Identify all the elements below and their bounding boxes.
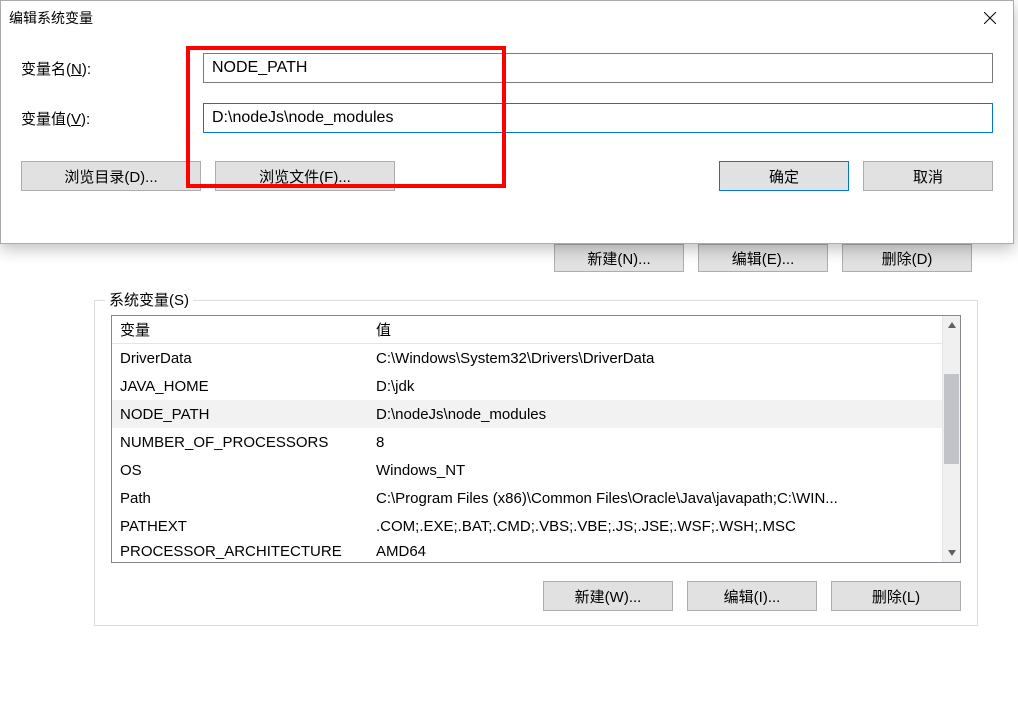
var-name: Path	[112, 490, 372, 507]
var-value: 8	[372, 434, 942, 451]
table-row[interactable]: NUMBER_OF_PROCESSORS 8	[112, 428, 942, 456]
ok-button[interactable]: 确定	[719, 161, 849, 191]
variable-value-input[interactable]	[203, 103, 993, 133]
cancel-button[interactable]: 取消	[863, 161, 993, 191]
var-value: .COM;.EXE;.BAT;.CMD;.VBS;.VBE;.JS;.JSE;.…	[372, 518, 942, 535]
var-name: NUMBER_OF_PROCESSORS	[112, 434, 372, 451]
dialog-button-row: 浏览目录(D)... 浏览文件(F)... 确定 取消	[21, 161, 993, 209]
vertical-scrollbar[interactable]	[942, 316, 960, 562]
env-vars-window-bg: 新建(N)... 编辑(E)... 删除(D) 系统变量(S) 变量 值 Dri…	[76, 242, 996, 630]
user-new-button[interactable]: 新建(N)...	[554, 244, 684, 272]
system-variables-group: 系统变量(S) 变量 值 DriverData C:\Windows\Syste…	[94, 300, 978, 626]
dialog-title: 编辑系统变量	[9, 8, 93, 28]
variable-name-label: 变量名(N):	[21, 58, 203, 79]
var-value: D:\nodeJs\node_modules	[372, 406, 942, 423]
system-new-button[interactable]: 新建(W)...	[543, 581, 673, 611]
scroll-down-icon[interactable]	[943, 544, 960, 562]
var-value: AMD64	[372, 543, 942, 560]
user-vars-button-row: 新建(N)... 编辑(E)... 删除(D)	[76, 242, 996, 272]
table-row[interactable]: Path C:\Program Files (x86)\Common Files…	[112, 484, 942, 512]
system-edit-button[interactable]: 编辑(I)...	[687, 581, 817, 611]
scroll-thumb[interactable]	[944, 374, 959, 464]
variable-value-row: 变量值(V):	[21, 103, 993, 133]
var-value: Windows_NT	[372, 462, 942, 479]
edit-system-variable-dialog: 编辑系统变量 变量名(N): 变量值(V): 浏览目录(D)... 浏览文件(F…	[0, 0, 1014, 244]
confirm-buttons: 确定 取消	[719, 161, 993, 191]
table-row[interactable]: JAVA_HOME D:\jdk	[112, 372, 942, 400]
variable-value-label: 变量值(V):	[21, 108, 203, 129]
browse-file-button[interactable]: 浏览文件(F)...	[215, 161, 395, 191]
system-variables-list[interactable]: 变量 值 DriverData C:\Windows\System32\Driv…	[112, 316, 942, 562]
browse-buttons: 浏览目录(D)... 浏览文件(F)...	[21, 161, 395, 191]
table-row[interactable]: PATHEXT .COM;.EXE;.BAT;.CMD;.VBS;.VBE;.J…	[112, 512, 942, 540]
var-value: D:\jdk	[372, 378, 942, 395]
close-icon	[984, 12, 996, 24]
var-value: C:\Program Files (x86)\Common Files\Orac…	[372, 490, 942, 507]
dialog-body: 变量名(N): 变量值(V): 浏览目录(D)... 浏览文件(F)... 确定…	[1, 53, 1013, 209]
table-header: 变量 值	[112, 316, 942, 344]
close-button[interactable]	[967, 1, 1013, 35]
var-value: C:\Windows\System32\Drivers\DriverData	[372, 350, 942, 367]
table-row[interactable]: NODE_PATH D:\nodeJs\node_modules	[112, 400, 942, 428]
system-variables-table[interactable]: 变量 值 DriverData C:\Windows\System32\Driv…	[111, 315, 961, 563]
variable-name-input[interactable]	[203, 53, 993, 83]
user-delete-button[interactable]: 删除(D)	[842, 244, 972, 272]
var-name: PATHEXT	[112, 518, 372, 535]
browse-directory-button[interactable]: 浏览目录(D)...	[21, 161, 201, 191]
table-row[interactable]: DriverData C:\Windows\System32\Drivers\D…	[112, 344, 942, 372]
var-name: PROCESSOR_ARCHITECTURE	[112, 543, 372, 560]
var-name: OS	[112, 462, 372, 479]
dialog-titlebar[interactable]: 编辑系统变量	[1, 1, 1013, 35]
header-name[interactable]: 变量	[112, 319, 372, 340]
var-name: NODE_PATH	[112, 406, 372, 423]
var-name: JAVA_HOME	[112, 378, 372, 395]
var-name: DriverData	[112, 350, 372, 367]
user-edit-button[interactable]: 编辑(E)...	[698, 244, 828, 272]
table-row[interactable]: PROCESSOR_ARCHITECTURE AMD64	[112, 540, 942, 562]
table-row[interactable]: OS Windows_NT	[112, 456, 942, 484]
scroll-up-icon[interactable]	[943, 316, 960, 334]
system-vars-button-row: 新建(W)... 编辑(I)... 删除(L)	[111, 581, 961, 611]
system-delete-button[interactable]: 删除(L)	[831, 581, 961, 611]
system-variables-label: 系统变量(S)	[105, 289, 193, 310]
variable-name-row: 变量名(N):	[21, 53, 993, 83]
scroll-track[interactable]	[943, 334, 960, 544]
header-value[interactable]: 值	[372, 319, 942, 340]
